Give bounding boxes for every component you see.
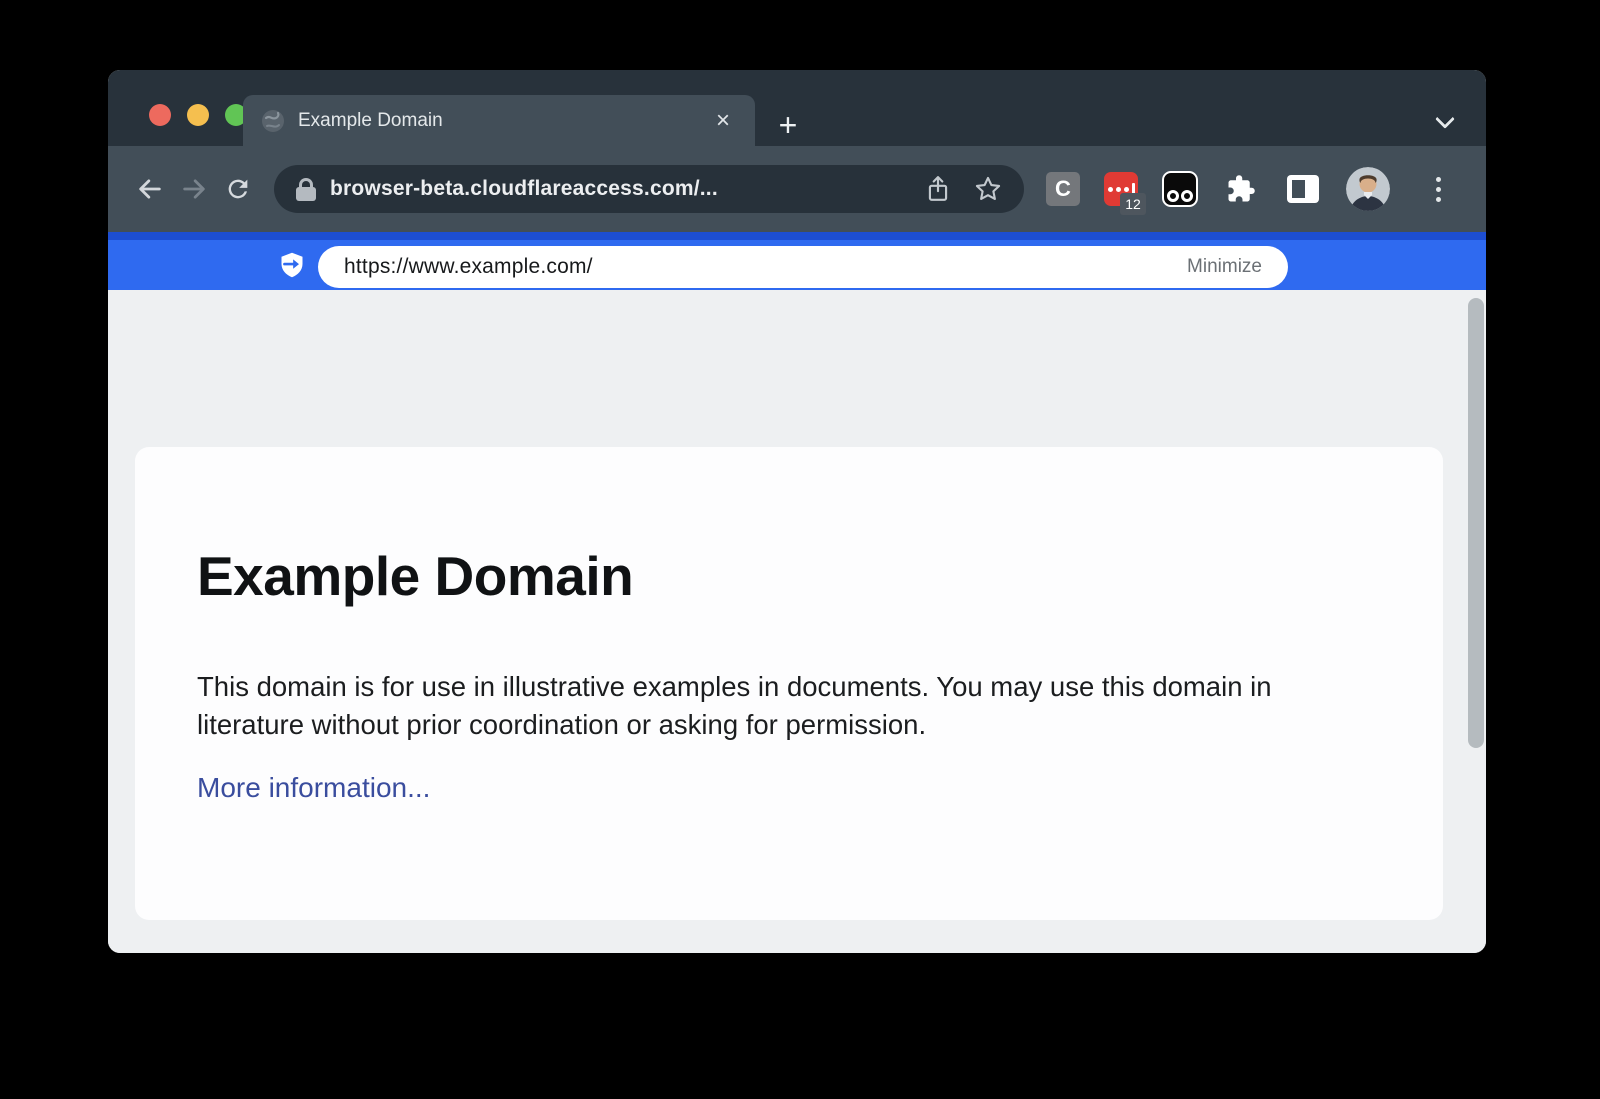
share-button[interactable] [920, 171, 956, 207]
side-panel-icon [1287, 175, 1319, 203]
kebab-menu-icon [1436, 197, 1441, 202]
address-bar[interactable]: browser-beta.cloudflareaccess.com/... [274, 165, 1024, 213]
browser-window: Example Domain × + bro [108, 70, 1486, 953]
back-arrow-icon [136, 175, 164, 203]
isolation-shield-icon[interactable] [278, 251, 306, 279]
page-viewport: Example Domain This domain is for use in… [108, 290, 1486, 953]
scrollbar-thumb[interactable] [1468, 298, 1484, 748]
extensions-menu-button[interactable] [1222, 170, 1260, 208]
extension-lens-button[interactable] [1162, 171, 1198, 207]
tab-example-domain[interactable]: Example Domain × [243, 95, 755, 146]
globe-icon [261, 109, 285, 133]
isolation-url-value[interactable]: https://www.example.com/ [344, 255, 593, 279]
kebab-menu-icon [1436, 187, 1441, 192]
tab-close-icon[interactable]: × [709, 107, 737, 135]
minimize-button[interactable]: Minimize [1187, 256, 1262, 278]
back-button[interactable] [128, 167, 172, 211]
reload-icon [224, 175, 252, 203]
more-information-link[interactable]: More information... [197, 772, 430, 804]
toolbar: browser-beta.cloudflareaccess.com/... C [108, 146, 1486, 232]
page-paragraph: This domain is for use in illustrative e… [197, 668, 1347, 744]
address-url[interactable]: browser-beta.cloudflareaccess.com/... [330, 177, 718, 201]
isolation-banner: https://www.example.com/ Minimize [108, 232, 1486, 290]
kebab-menu-icon [1436, 177, 1441, 182]
extensions-puzzle-icon [1226, 174, 1256, 204]
new-tab-button[interactable]: + [770, 107, 806, 143]
page-title: Example Domain [197, 545, 1381, 608]
extension-c-button[interactable]: C [1046, 172, 1080, 206]
forward-button[interactable] [172, 167, 216, 211]
forward-arrow-icon [180, 175, 208, 203]
side-panel-button[interactable] [1284, 170, 1322, 208]
content-card: Example Domain This domain is for use in… [135, 447, 1443, 920]
extensions-area: C 12 [1046, 167, 1441, 211]
bookmark-star-button[interactable] [970, 171, 1006, 207]
tab-search-chevron-icon[interactable] [1438, 112, 1460, 134]
lens-circle-icon [1181, 190, 1193, 202]
tab-strip: Example Domain × + [108, 70, 1486, 146]
star-icon [974, 175, 1002, 203]
reload-button[interactable] [216, 167, 260, 211]
extension-badge: 12 [1120, 193, 1146, 215]
traffic-close-button[interactable] [149, 104, 171, 126]
tab-title: Example Domain [298, 110, 443, 132]
lock-icon[interactable] [296, 177, 316, 201]
extension-password-manager-button[interactable]: 12 [1104, 172, 1138, 206]
profile-avatar[interactable] [1346, 167, 1390, 211]
share-icon [925, 175, 951, 203]
browser-menu-button[interactable] [1436, 177, 1441, 202]
isolation-url-input[interactable]: https://www.example.com/ Minimize [318, 246, 1288, 288]
traffic-minimize-button[interactable] [187, 104, 209, 126]
avatar-photo [1346, 167, 1390, 211]
lens-circle-icon [1167, 190, 1179, 202]
